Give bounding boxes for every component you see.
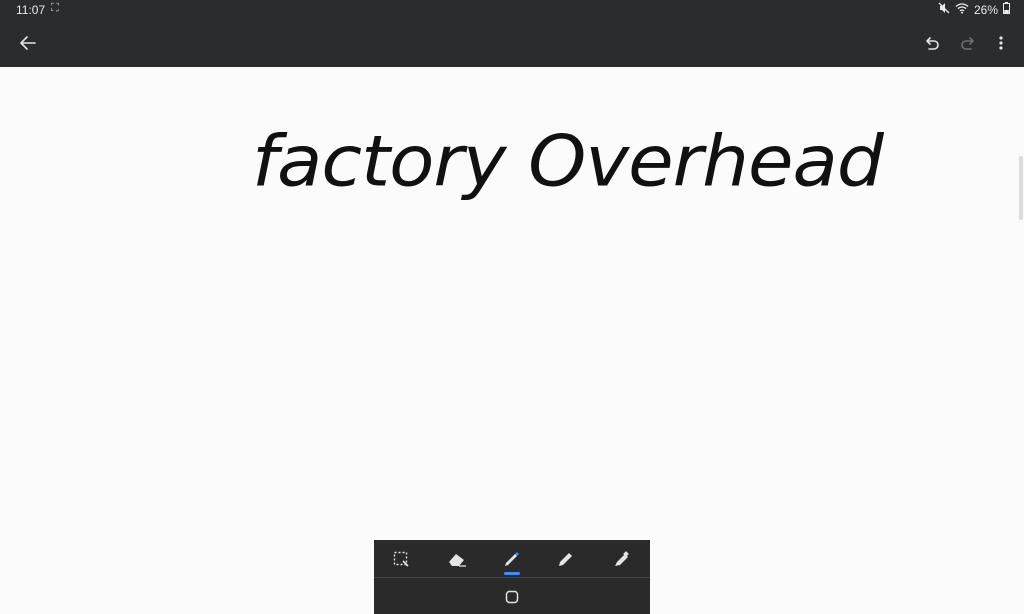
shape-icon[interactable] xyxy=(500,585,524,609)
toolbar-divider xyxy=(374,577,650,578)
back-arrow-icon[interactable] xyxy=(14,30,42,56)
mute-icon xyxy=(938,2,950,17)
pencil-icon[interactable] xyxy=(552,546,580,572)
fountain-pen-icon[interactable] xyxy=(498,546,526,572)
status-right-group: 26% xyxy=(938,2,1010,17)
app-bar xyxy=(0,20,1024,67)
active-tool-indicator xyxy=(504,572,520,575)
eraser-icon[interactable] xyxy=(443,546,471,572)
undo-icon[interactable] xyxy=(919,30,945,56)
wifi-icon xyxy=(955,2,969,17)
selection-icon[interactable] xyxy=(387,546,415,572)
screenshot-icon: ⛶ xyxy=(51,2,59,14)
more-vert-icon[interactable] xyxy=(990,30,1012,56)
battery-icon xyxy=(1003,2,1010,17)
status-bar: 11:07 ⛶ 26% xyxy=(0,0,1024,20)
scroll-handle[interactable] xyxy=(1019,156,1023,220)
battery-percent: 26% xyxy=(973,2,998,17)
handwritten-note: factory Overhead xyxy=(252,121,884,203)
redo-icon[interactable] xyxy=(955,30,981,56)
highlighter-icon[interactable] xyxy=(608,546,636,572)
tool-row xyxy=(374,540,650,577)
pen-toolbar xyxy=(374,540,650,614)
status-time: 11:07 xyxy=(16,3,46,17)
